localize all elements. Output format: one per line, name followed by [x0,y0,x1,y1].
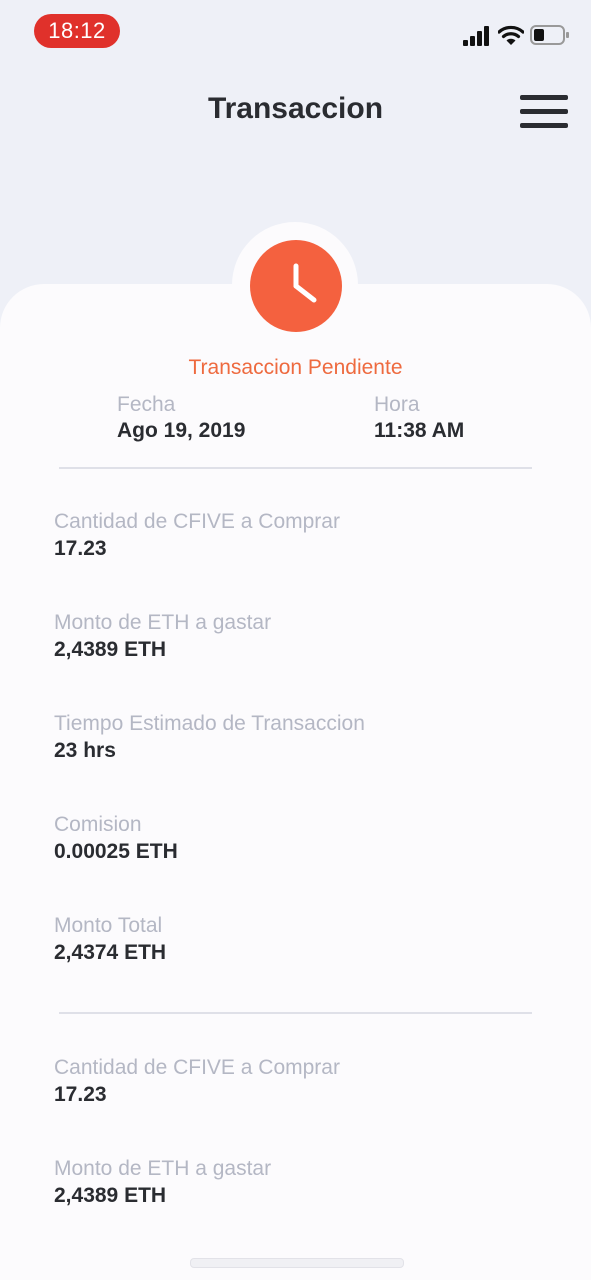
commission-value: 0.00025 ETH [54,840,178,863]
transaction-card [0,284,591,1280]
total-amount-value: 2,4374 ETH [54,941,167,964]
time-value: 11:38 AM [374,419,465,442]
battery-icon [530,25,569,45]
wifi-icon [498,25,524,45]
page-title: Transaccion [207,92,384,125]
estimated-time-value: 23 hrs [54,739,116,762]
date-value: Ago 19, 2019 [117,419,246,442]
eth-spend-label: Monto de ETH a gastar [54,1157,272,1180]
eth-spend-value: 2,4389 ETH [54,638,167,661]
estimated-time-label: Tiempo Estimado de Transaccion [54,712,365,735]
commission-label: Comision [54,813,142,836]
clock-icon [250,240,342,332]
cfive-amount-value: 17.23 [54,537,107,560]
hamburger-menu-icon[interactable] [520,95,570,129]
total-amount-label: Monto Total [54,914,163,937]
signal-icon [463,26,489,46]
date-label: Fecha [117,393,176,416]
home-indicator[interactable] [190,1258,404,1268]
cfive-amount-value: 17.23 [54,1083,107,1106]
eth-spend-label: Monto de ETH a gastar [54,611,272,634]
transaction-screen: 18:12 Transaccion Transaccion Pendiente … [0,0,591,1280]
eth-spend-value: 2,4389 ETH [54,1184,167,1207]
time-label: Hora [374,393,420,416]
status-bar: 18:12 [0,0,591,64]
transaction-status: Transaccion Pendiente [188,356,403,379]
divider [59,1012,532,1014]
divider [59,467,532,469]
status-time[interactable]: 18:12 [34,14,120,48]
cfive-amount-label: Cantidad de CFIVE a Comprar [54,1056,340,1079]
cfive-amount-label: Cantidad de CFIVE a Comprar [54,510,340,533]
